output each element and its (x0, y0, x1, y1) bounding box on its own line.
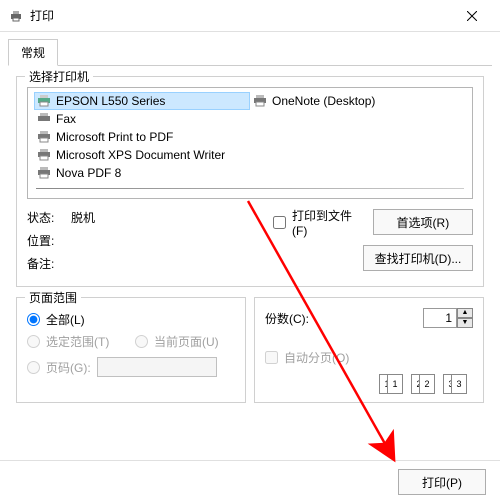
radio-current-page: 当前页面(U) (135, 330, 235, 352)
printer-item-label: OneNote (Desktop) (272, 94, 375, 108)
printer-item[interactable]: Nova PDF 8 (34, 164, 250, 182)
radio-pages-label: 页码(G): (46, 359, 91, 376)
radio-selection-label: 选定范围(T) (46, 333, 109, 350)
printer-list[interactable]: EPSON L550 Series Fax Microsoft Print to… (27, 87, 473, 199)
printer-item[interactable]: OneNote (Desktop) (250, 92, 466, 110)
status-label: 状态: (27, 209, 71, 226)
radio-current-page-input (135, 335, 148, 348)
printer-item-label: Fax (56, 112, 76, 126)
tab-general-label: 常规 (21, 46, 45, 60)
print-to-file-label: 打印到文件(F) (292, 207, 359, 238)
radio-pages-input (27, 361, 40, 374)
close-button[interactable] (452, 2, 492, 30)
printer-item-label: Nova PDF 8 (56, 166, 121, 180)
location-label: 位置: (27, 232, 71, 249)
radio-selection: 选定范围(T) (27, 330, 127, 352)
print-button[interactable]: 打印(P) (398, 469, 486, 495)
printer-item-label: Microsoft Print to PDF (56, 130, 173, 144)
copies-spin-down[interactable]: ▼ (457, 318, 473, 328)
print-to-file-checkbox[interactable]: 打印到文件(F) (273, 211, 359, 233)
group-copies: 份数(C): ▲ ▼ 自动分页(O) 11 22 (254, 297, 484, 403)
print-to-file-input[interactable] (273, 216, 286, 229)
copies-label: 份数(C): (265, 310, 309, 327)
printer-icon (36, 148, 52, 162)
printer-icon (252, 94, 268, 108)
printer-icon (36, 112, 52, 126)
collate-checkbox: 自动分页(O) (265, 346, 473, 368)
radio-all-label: 全部(L) (46, 311, 85, 328)
printer-icon (36, 130, 52, 144)
printer-item[interactable]: Fax (34, 110, 250, 128)
find-printer-button[interactable]: 查找打印机(D)... (363, 245, 473, 271)
printer-item-label: EPSON L550 Series (56, 94, 165, 108)
radio-current-page-label: 当前页面(U) (154, 333, 219, 350)
printer-item[interactable]: Microsoft Print to PDF (34, 128, 250, 146)
status-value: 脱机 (71, 209, 95, 226)
window-title: 打印 (30, 7, 54, 24)
copies-spin-up[interactable]: ▲ (457, 308, 473, 318)
group-select-printer: 选择打印机 EPSON L550 Series Fax Microsoft Pr… (16, 76, 484, 287)
radio-all[interactable]: 全部(L) (27, 308, 235, 330)
copies-input[interactable] (423, 308, 457, 328)
pages-input (97, 357, 217, 377)
comment-label: 备注: (27, 255, 71, 272)
printer-icon (36, 94, 52, 108)
printer-item[interactable]: EPSON L550 Series (34, 92, 250, 110)
group-page-range: 页面范围 全部(L) 选定范围(T) 当前页面(U) 页码(G): (16, 297, 246, 403)
radio-pages: 页码(G): (27, 356, 91, 378)
radio-all-input[interactable] (27, 313, 40, 326)
list-separator (36, 188, 464, 189)
printer-icon (36, 166, 52, 180)
printer-app-icon (8, 8, 24, 24)
preferences-button[interactable]: 首选项(R) (373, 209, 473, 235)
collate-input (265, 351, 278, 364)
legend-select-printer: 选择打印机 (25, 68, 93, 85)
printer-item[interactable]: Microsoft XPS Document Writer (34, 146, 250, 164)
legend-page-range: 页面范围 (25, 289, 81, 306)
printer-item-label: Microsoft XPS Document Writer (56, 148, 225, 162)
collate-label: 自动分页(O) (284, 349, 349, 366)
radio-selection-input (27, 335, 40, 348)
collate-preview: 11 22 33 (265, 374, 473, 394)
tab-general[interactable]: 常规 (8, 39, 58, 66)
